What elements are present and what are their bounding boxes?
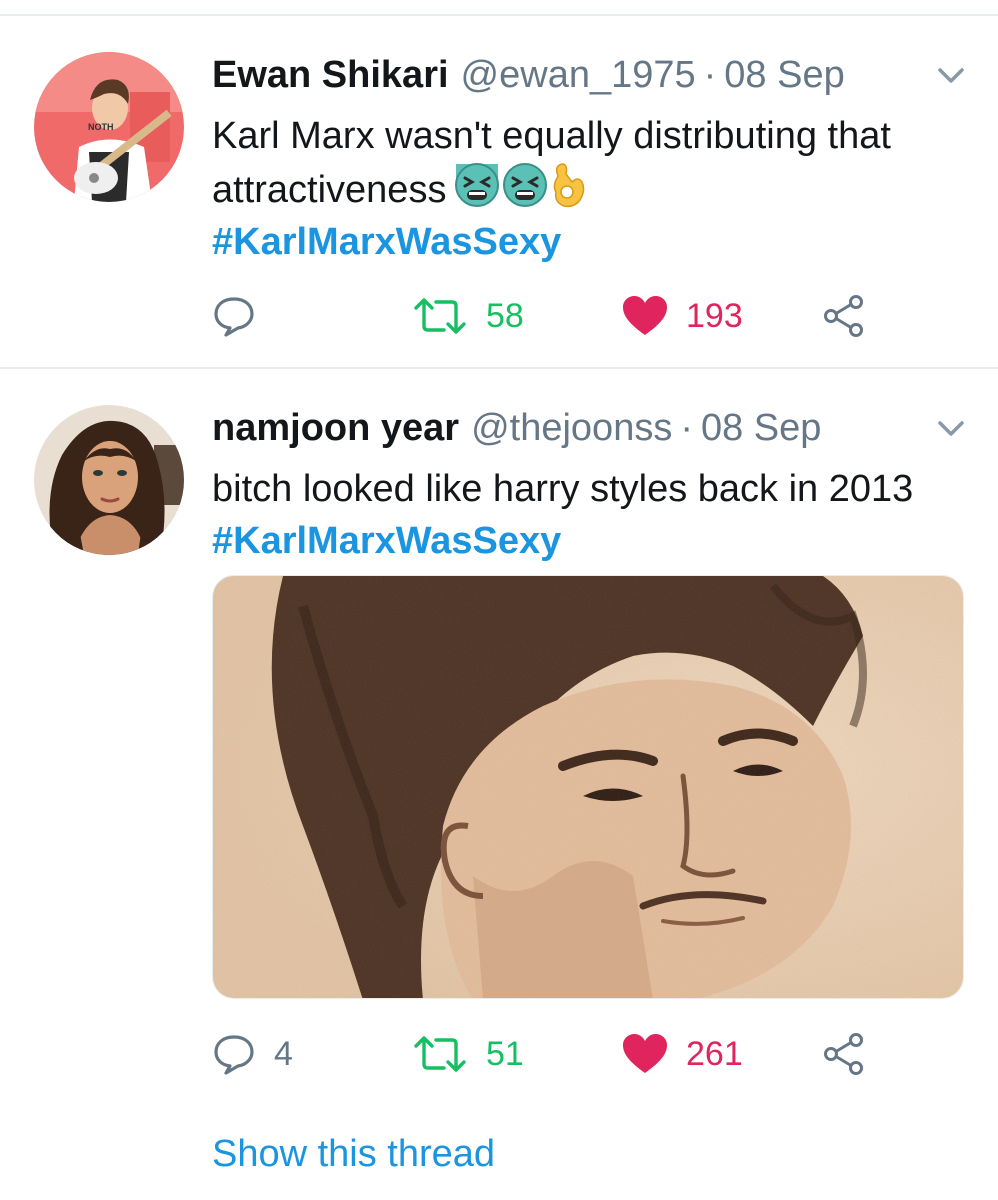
retweet-icon <box>414 298 466 334</box>
avatar[interactable]: NOTH <box>34 52 184 202</box>
tweet[interactable]: namjoon year @thejoonss · 08 Sep bitch l… <box>0 369 998 1200</box>
tweet-text: Karl Marx wasn't equally distributing th… <box>212 110 972 268</box>
tired-face-emoji <box>455 163 500 207</box>
share-icon <box>824 1033 863 1075</box>
tweet-media-image[interactable] <box>212 575 964 999</box>
separator: · <box>680 407 693 449</box>
tweet[interactable]: NOTH Ewan Shikari @ewan_1975 · 08 Sep Ka… <box>0 16 998 367</box>
retweet-button[interactable]: 58 <box>412 286 524 346</box>
hashtag-link[interactable]: #KarlMarxWasSexy <box>212 520 561 562</box>
retweet-count: 51 <box>486 1034 524 1073</box>
reply-button[interactable]: 4 <box>212 1024 293 1084</box>
tweet-header: namjoon year @thejoonss · 08 Sep <box>212 405 821 451</box>
avatar[interactable] <box>34 405 184 555</box>
reply-count: 4 <box>274 1034 293 1073</box>
tweet-header: Ewan Shikari @ewan_1975 · 08 Sep <box>212 52 845 98</box>
share-button[interactable] <box>822 286 866 346</box>
heart-icon <box>623 1034 667 1073</box>
like-count: 261 <box>686 1034 743 1073</box>
tweet-text-content: bitch looked like harry styles back in 2… <box>212 468 914 510</box>
tweet-actions: 58 193 <box>212 286 892 346</box>
share-icon <box>824 295 863 337</box>
like-button[interactable]: 261 <box>622 1024 743 1084</box>
reply-icon <box>214 1035 254 1075</box>
like-count: 193 <box>686 296 743 335</box>
like-button[interactable]: 193 <box>622 286 743 346</box>
author-name[interactable]: Ewan Shikari <box>212 52 449 98</box>
author-name[interactable]: namjoon year <box>212 405 459 451</box>
svg-text:NOTH: NOTH <box>88 122 114 132</box>
tweet-date[interactable]: 08 Sep <box>701 405 821 451</box>
author-handle[interactable]: @thejoonss <box>471 405 672 451</box>
heart-icon <box>623 296 667 335</box>
hashtag-link[interactable]: #KarlMarxWasSexy <box>212 221 561 263</box>
reply-button[interactable] <box>212 286 274 346</box>
tweet-date[interactable]: 08 Sep <box>724 52 844 98</box>
tweet-text: bitch looked like harry styles back in 2… <box>212 463 972 567</box>
retweet-icon <box>414 1036 466 1072</box>
ok-hand-emoji <box>554 163 585 208</box>
share-button[interactable] <box>822 1024 866 1084</box>
separator: · <box>703 54 717 96</box>
tired-face-emoji <box>503 163 548 207</box>
author-handle[interactable]: @ewan_1975 <box>461 52 696 98</box>
chevron-down-icon[interactable] <box>934 64 968 88</box>
emoji-group <box>454 162 588 208</box>
chevron-down-icon[interactable] <box>934 417 968 441</box>
retweet-button[interactable]: 51 <box>412 1024 524 1084</box>
tweet-actions: 4 51 261 <box>212 1024 892 1084</box>
reply-icon <box>214 297 254 337</box>
retweet-count: 58 <box>486 296 524 335</box>
show-thread-link[interactable]: Show this thread <box>212 1131 495 1177</box>
